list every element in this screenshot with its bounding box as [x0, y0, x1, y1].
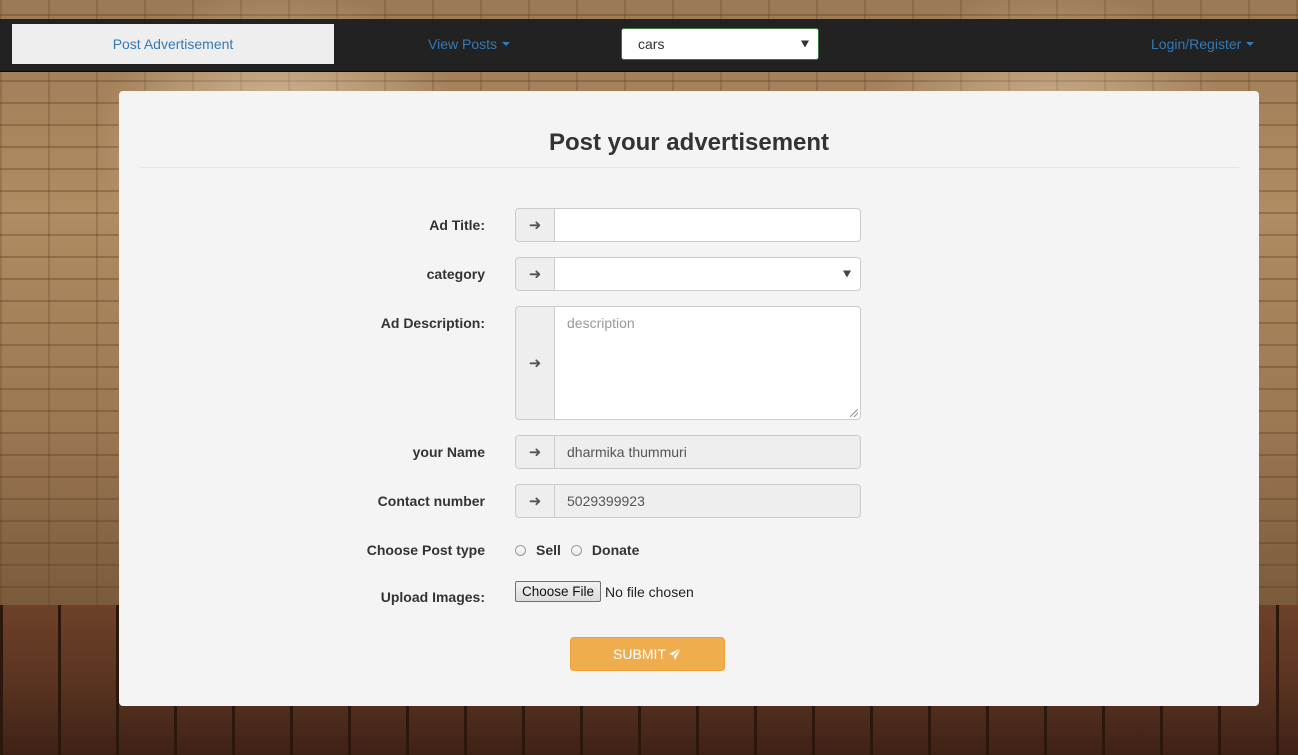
arrow-right-icon: ➜	[515, 257, 554, 291]
submit-button-label: SUBMIT	[613, 646, 666, 662]
name-label: your Name	[412, 444, 485, 460]
description-placeholder: description	[567, 315, 635, 331]
top-navbar: Post Advertisement View Posts cars Login…	[0, 19, 1298, 72]
description-group: ➜ description	[515, 306, 861, 420]
radio-sell-label[interactable]: Sell	[536, 542, 561, 558]
ad-title-input[interactable]	[554, 208, 861, 242]
description-textarea[interactable]: description	[554, 306, 861, 420]
contact-input[interactable]: 5029399923	[554, 484, 861, 518]
post-type-radio-group: Sell Donate	[515, 542, 639, 558]
file-upload-control: Choose File No file chosen	[515, 581, 694, 602]
nav-post-advertisement[interactable]: Post Advertisement	[12, 24, 334, 64]
post-ad-form-panel: Post your advertisement Ad Title: ➜ cate…	[119, 91, 1259, 706]
post-type-label: Choose Post type	[366, 542, 485, 558]
description-label: Ad Description:	[380, 315, 485, 331]
ad-title-label: Ad Title:	[429, 217, 485, 233]
category-group: ➜	[515, 257, 861, 291]
nav-view-posts-dropdown[interactable]: View Posts	[428, 24, 510, 64]
category-filter-select[interactable]: cars	[621, 28, 819, 60]
contact-label: Contact number	[377, 493, 485, 509]
category-label: category	[426, 266, 485, 282]
caret-down-icon	[502, 42, 510, 46]
arrow-right-icon: ➜	[515, 435, 554, 469]
category-filter-value: cars	[638, 36, 665, 52]
radio-sell[interactable]	[515, 544, 526, 556]
arrow-right-icon: ➜	[515, 484, 554, 518]
no-file-chosen-text: No file chosen	[605, 583, 694, 600]
title-divider	[139, 167, 1239, 168]
ad-title-group: ➜	[515, 208, 861, 242]
contact-group: ➜ 5029399923	[515, 484, 861, 518]
category-select[interactable]	[554, 257, 861, 291]
arrow-right-icon: ➜	[515, 208, 554, 242]
caret-down-icon	[1246, 42, 1255, 46]
dropdown-arrow-icon	[801, 40, 809, 48]
nav-login-register-dropdown[interactable]: Login/Register	[1151, 24, 1255, 64]
form-title: Post your advertisement	[548, 129, 830, 156]
upload-images-label: Upload Images:	[380, 589, 485, 605]
send-icon	[668, 647, 682, 660]
arrow-right-icon: ➜	[515, 306, 554, 420]
submit-button[interactable]: SUBMIT	[570, 637, 725, 671]
radio-donate[interactable]	[570, 544, 582, 556]
nav-view-posts-label: View Posts	[428, 36, 497, 52]
choose-file-button[interactable]: Choose File	[515, 581, 602, 602]
resize-grip-icon[interactable]	[850, 409, 858, 417]
nav-login-register-label: Login/Register	[1151, 36, 1242, 52]
name-group: ➜ dharmika thummuri	[515, 435, 861, 469]
dropdown-arrow-icon	[843, 270, 851, 278]
name-input[interactable]: dharmika thummuri	[554, 435, 861, 469]
radio-donate-label[interactable]: Donate	[592, 542, 639, 558]
